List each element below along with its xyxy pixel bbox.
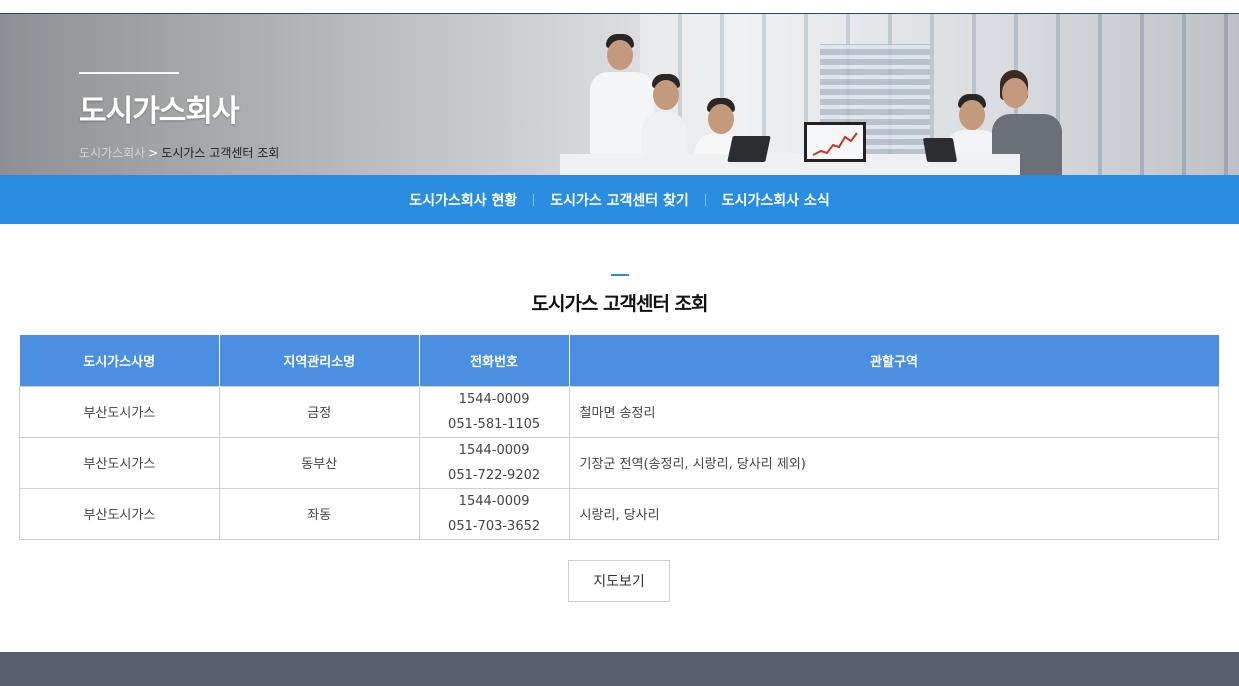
top-border xyxy=(0,0,1239,14)
subnav-item-status[interactable]: 도시가스회사 현황 xyxy=(393,190,533,210)
breadcrumb-current: 도시가스 고객센터 조회 xyxy=(161,146,280,160)
phone-number: 1544-0009 xyxy=(458,391,530,407)
phone-number: 051-581-1105 xyxy=(448,416,541,432)
cell-company: 부산도시가스 xyxy=(19,487,220,540)
cell-area: 철마면 송정리 xyxy=(568,385,1220,438)
cell-office: 금정 xyxy=(218,385,420,438)
page-title: 도시가스회사 xyxy=(79,94,240,129)
cell-phone: 1544-0009 051-722-9202 xyxy=(418,436,570,489)
breadcrumb-separator: > xyxy=(148,146,159,160)
cell-office: 좌동 xyxy=(218,487,420,540)
cell-area: 시랑리, 당사리 xyxy=(568,487,1220,540)
customer-center-table: 도시가스사명 지역관리소명 전화번호 관할구역 부산도시가스 금정 1544-0… xyxy=(19,335,1220,540)
cell-phone: 1544-0009 051-703-3652 xyxy=(418,487,570,540)
phone-number: 051-703-3652 xyxy=(448,518,541,534)
table-row: 부산도시가스 금정 1544-0009 051-581-1105 철마면 송정리 xyxy=(19,385,1220,438)
title-accent-line xyxy=(79,72,179,74)
table-row: 부산도시가스 좌동 1544-0009 051-703-3652 시랑리, 당사… xyxy=(19,487,1220,540)
column-header-company: 도시가스사명 xyxy=(19,335,220,386)
subnav-item-find-center[interactable]: 도시가스 고객센터 찾기 xyxy=(534,190,705,210)
column-header-office: 지역관리소명 xyxy=(219,335,420,386)
phone-number: 051-722-9202 xyxy=(448,467,541,483)
monitor-image xyxy=(804,122,866,162)
breadcrumb: 도시가스회사 > 도시가스 고객센터 조회 xyxy=(79,144,279,161)
hero-banner: 도시가스회사 도시가스회사 > 도시가스 고객센터 조회 xyxy=(0,14,1239,175)
breadcrumb-parent[interactable]: 도시가스회사 xyxy=(79,146,145,160)
section-accent-mark xyxy=(610,274,629,276)
table-row: 부산도시가스 동부산 1544-0009 051-722-9202 기장군 전역… xyxy=(19,436,1220,489)
laptop-image xyxy=(727,136,771,162)
phone-number: 1544-0009 xyxy=(458,442,530,458)
cell-company: 부산도시가스 xyxy=(19,385,220,438)
footer xyxy=(0,652,1239,686)
sub-navigation: 도시가스회사 현황 도시가스 고객센터 찾기 도시가스회사 소식 xyxy=(0,175,1239,224)
cell-office: 동부산 xyxy=(218,436,420,489)
subnav-item-news[interactable]: 도시가스회사 소식 xyxy=(706,190,846,210)
table-header-row: 도시가스사명 지역관리소명 전화번호 관할구역 xyxy=(19,335,1219,386)
cell-phone: 1544-0009 051-581-1105 xyxy=(418,385,570,438)
cell-company: 부산도시가스 xyxy=(19,436,220,489)
column-header-phone: 전화번호 xyxy=(419,335,570,386)
laptop-image xyxy=(922,138,958,162)
cell-area: 기장군 전역(송정리, 시랑리, 당사리 제외) xyxy=(568,436,1220,489)
section-title: 도시가스 고객센터 조회 xyxy=(531,293,708,315)
phone-number: 1544-0009 xyxy=(458,493,530,509)
view-map-button[interactable]: 지도보기 xyxy=(568,560,670,602)
column-header-area: 관할구역 xyxy=(569,335,1219,386)
